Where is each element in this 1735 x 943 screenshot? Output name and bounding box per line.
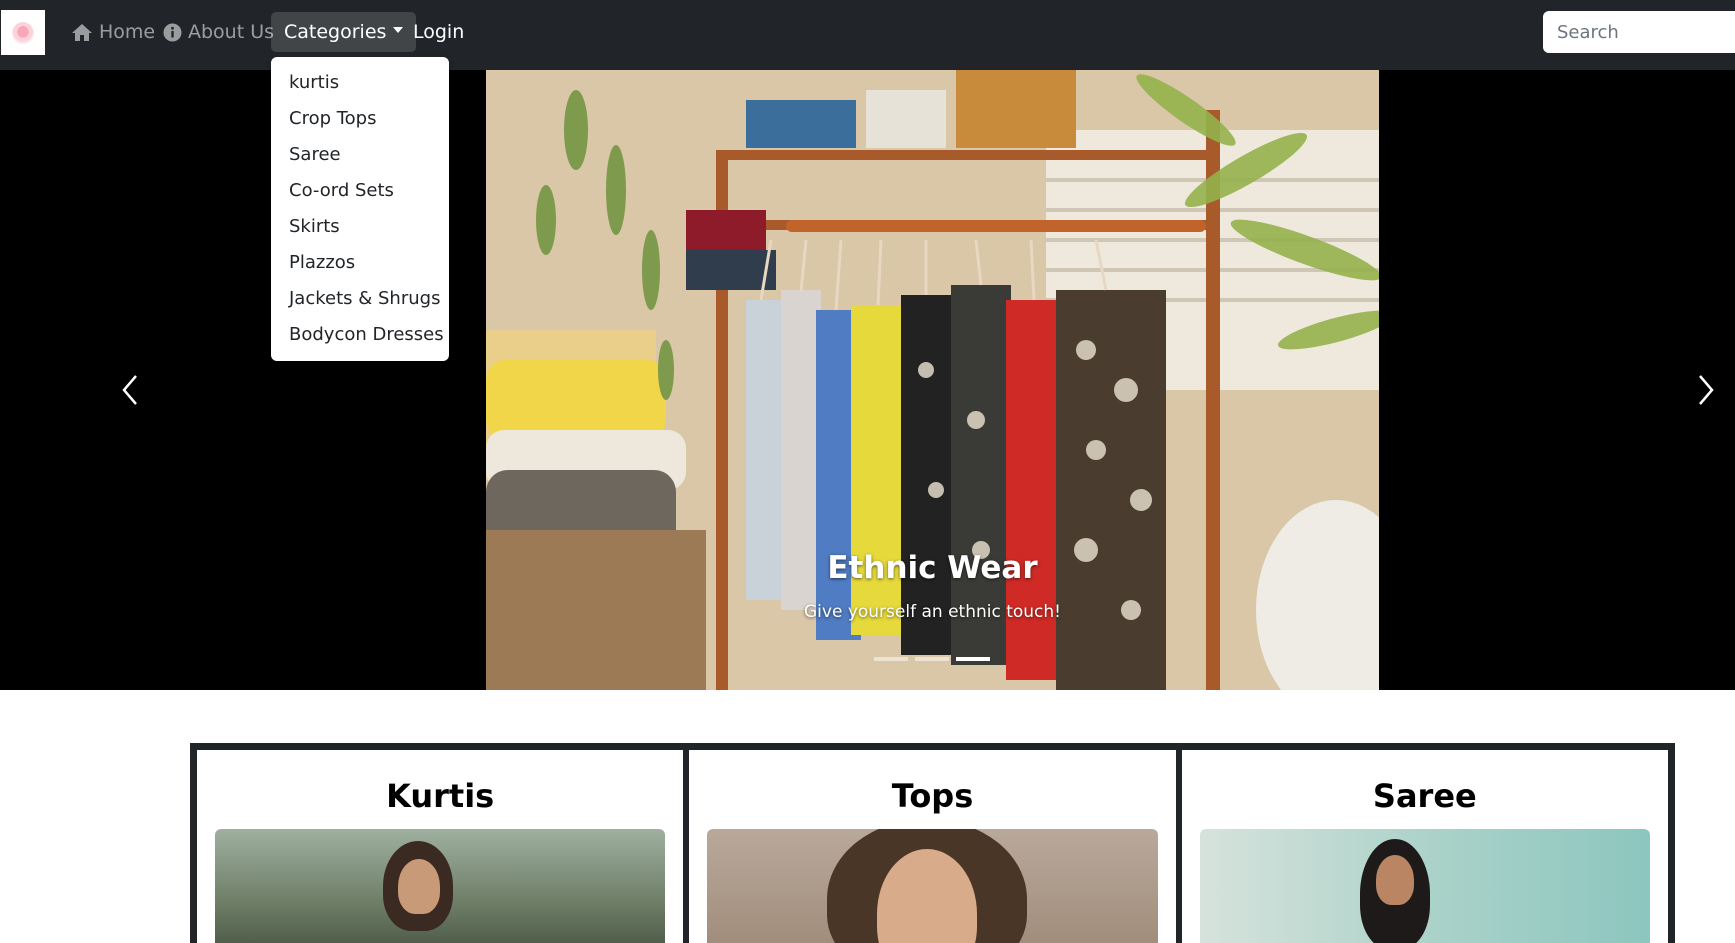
nav-home-label: Home xyxy=(99,21,156,43)
slide-image-clothing-rack xyxy=(486,70,1379,690)
dropdown-item-jackets-shrugs[interactable]: Jackets & Shrugs xyxy=(271,281,449,317)
brand-logo[interactable] xyxy=(1,10,45,55)
card-title: Tops xyxy=(891,777,974,815)
nav-login[interactable]: Login xyxy=(413,12,464,52)
category-card-tops[interactable]: Tops xyxy=(689,750,1176,943)
slide-caption-title: Ethnic Wear xyxy=(827,550,1038,586)
slide-caption-subtitle: Give yourself an ethnic touch! xyxy=(804,602,1061,622)
search-input[interactable] xyxy=(1543,11,1735,53)
carousel-indicator-2[interactable] xyxy=(915,657,949,661)
nav-home[interactable]: Home xyxy=(71,12,155,52)
card-image-tops xyxy=(707,829,1158,943)
card-image-kurtis xyxy=(215,829,666,943)
carousel-next-button[interactable] xyxy=(1686,360,1726,420)
card-title: Kurtis xyxy=(386,777,495,815)
home-icon xyxy=(72,23,92,41)
category-cards: Kurtis Tops Saree xyxy=(190,743,1675,943)
nav-about-label: About Us xyxy=(188,21,275,43)
card-title: Saree xyxy=(1372,777,1477,815)
category-card-saree[interactable]: Saree xyxy=(1181,750,1668,943)
nav-categories-toggle[interactable]: Categories xyxy=(271,12,417,52)
clothing-rack-illustration xyxy=(486,70,1379,690)
dropdown-item-saree[interactable]: Saree xyxy=(271,137,449,173)
dropdown-item-bodycon-dresses[interactable]: Bodycon Dresses xyxy=(271,317,449,353)
categories-dropdown-menu: kurtis Crop Tops Saree Co-ord Sets Skirt… xyxy=(271,57,449,361)
dropdown-item-crop-tops[interactable]: Crop Tops xyxy=(271,101,449,137)
carousel-indicators xyxy=(874,657,990,661)
category-card-kurtis[interactable]: Kurtis xyxy=(197,750,684,943)
logo-mark-icon xyxy=(12,21,34,44)
dropdown-item-co-ord-sets[interactable]: Co-ord Sets xyxy=(271,173,449,209)
nav-about-us[interactable]: About Us xyxy=(163,12,274,52)
nav-categories-label: Categories xyxy=(284,21,387,43)
dropdown-item-plazzos[interactable]: Plazzos xyxy=(271,245,449,281)
chevron-right-icon xyxy=(1699,375,1714,405)
nav-login-label: Login xyxy=(413,21,465,43)
chevron-left-icon xyxy=(122,375,137,405)
navbar: Home About Us Categories Login xyxy=(0,0,1735,70)
carousel-indicator-1[interactable] xyxy=(874,657,908,661)
dropdown-item-skirts[interactable]: Skirts xyxy=(271,209,449,245)
carousel-prev-button[interactable] xyxy=(110,360,150,420)
caret-down-icon xyxy=(393,27,404,33)
carousel-indicator-3[interactable] xyxy=(956,657,990,661)
hero-carousel: Ethnic Wear Give yourself an ethnic touc… xyxy=(0,70,1735,690)
dropdown-item-kurtis[interactable]: kurtis xyxy=(271,65,449,101)
info-icon xyxy=(163,23,182,41)
card-image-saree xyxy=(1199,829,1650,943)
